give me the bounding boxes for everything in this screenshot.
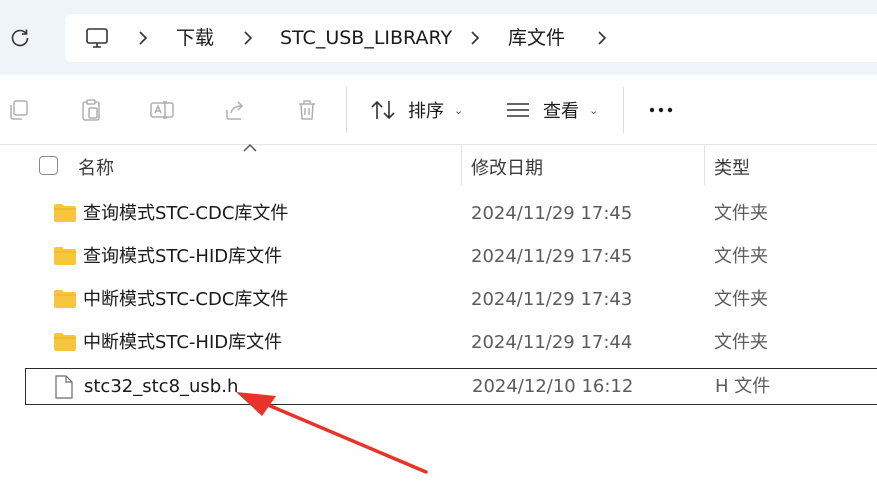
folder-icon <box>53 246 77 268</box>
column-header-type[interactable]: 类型 <box>714 154 750 180</box>
file-name: 中断模式STC-HID库文件 <box>83 332 283 353</box>
breadcrumb-item-library-files[interactable]: 库文件 <box>508 26 565 50</box>
file-name: 查询模式STC-HID库文件 <box>83 246 283 267</box>
chevron-right-icon[interactable] <box>468 27 482 49</box>
sort-button[interactable]: 排序 ⌄ <box>370 95 463 125</box>
chevron-right-icon[interactable] <box>595 27 609 49</box>
view-list-icon <box>505 99 531 121</box>
address-bar-area: 下载 STC_USB_LIBRARY 库文件 <box>0 0 877 75</box>
file-row[interactable]: 查询模式STC-HID库文件 2024/11/29 17:45 文件夹 <box>25 239 877 276</box>
chevron-right-icon[interactable] <box>241 27 255 49</box>
column-header-row: 名称 修改日期 类型 <box>0 145 877 185</box>
file-date: 2024/11/29 17:43 <box>471 289 633 310</box>
file-date: 2024/11/29 17:45 <box>471 246 633 267</box>
folder-icon <box>53 332 77 354</box>
file-row[interactable]: 中断模式STC-CDC库文件 2024/11/29 17:43 文件夹 <box>25 282 877 319</box>
file-row[interactable]: 中断模式STC-HID库文件 2024/11/29 17:44 文件夹 <box>25 325 877 362</box>
column-divider[interactable] <box>704 145 705 185</box>
share-icon[interactable] <box>222 97 248 123</box>
view-button[interactable]: 查看 ⌄ <box>505 95 598 125</box>
column-header-date[interactable]: 修改日期 <box>471 154 543 180</box>
more-icon <box>648 105 674 115</box>
file-date: 2024/11/29 17:44 <box>471 332 633 353</box>
copy-icon[interactable] <box>6 97 32 123</box>
file-type: 文件夹 <box>714 289 768 310</box>
breadcrumb-item-stc-usb-library[interactable]: STC_USB_LIBRARY <box>280 26 452 50</box>
delete-icon[interactable] <box>294 97 320 123</box>
folder-icon <box>53 289 77 311</box>
toolbar-divider <box>623 87 624 133</box>
paste-icon[interactable] <box>78 97 104 123</box>
breadcrumb-item-downloads[interactable]: 下载 <box>176 26 214 50</box>
file-date: 2024/11/29 17:45 <box>471 203 633 224</box>
view-label: 查看 <box>543 101 579 122</box>
refresh-icon[interactable] <box>8 26 32 50</box>
file-row-selected[interactable]: stc32_stc8_usb.h 2024/12/10 16:12 H 文件 <box>25 368 877 405</box>
chevron-down-icon: ⌄ <box>454 103 464 117</box>
command-bar: 排序 ⌄ 查看 ⌄ <box>0 75 877 145</box>
file-name: 中断模式STC-CDC库文件 <box>83 289 289 310</box>
sort-label: 排序 <box>408 101 444 122</box>
more-options-button[interactable] <box>648 95 674 125</box>
file-type: 文件夹 <box>714 246 768 267</box>
folder-icon <box>53 203 77 225</box>
select-all-checkbox[interactable] <box>39 156 58 175</box>
breadcrumb[interactable]: 下载 STC_USB_LIBRARY 库文件 <box>65 14 877 62</box>
file-name: 查询模式STC-CDC库文件 <box>83 203 289 224</box>
toolbar-divider <box>346 87 347 133</box>
rename-icon[interactable] <box>149 97 175 123</box>
chevron-down-icon: ⌄ <box>589 103 599 117</box>
document-file-icon <box>54 375 78 399</box>
file-name: stc32_stc8_usb.h <box>84 376 239 397</box>
this-pc-icon[interactable] <box>85 26 109 50</box>
column-header-name[interactable]: 名称 <box>78 154 114 180</box>
column-divider[interactable] <box>461 145 462 185</box>
file-type: 文件夹 <box>714 203 768 224</box>
chevron-right-icon[interactable] <box>136 27 150 49</box>
file-type: 文件夹 <box>714 332 768 353</box>
sort-icon <box>370 99 396 121</box>
file-date: 2024/12/10 16:12 <box>472 376 634 397</box>
file-row[interactable]: 查询模式STC-CDC库文件 2024/11/29 17:45 文件夹 <box>25 196 877 233</box>
file-type: H 文件 <box>715 376 771 397</box>
